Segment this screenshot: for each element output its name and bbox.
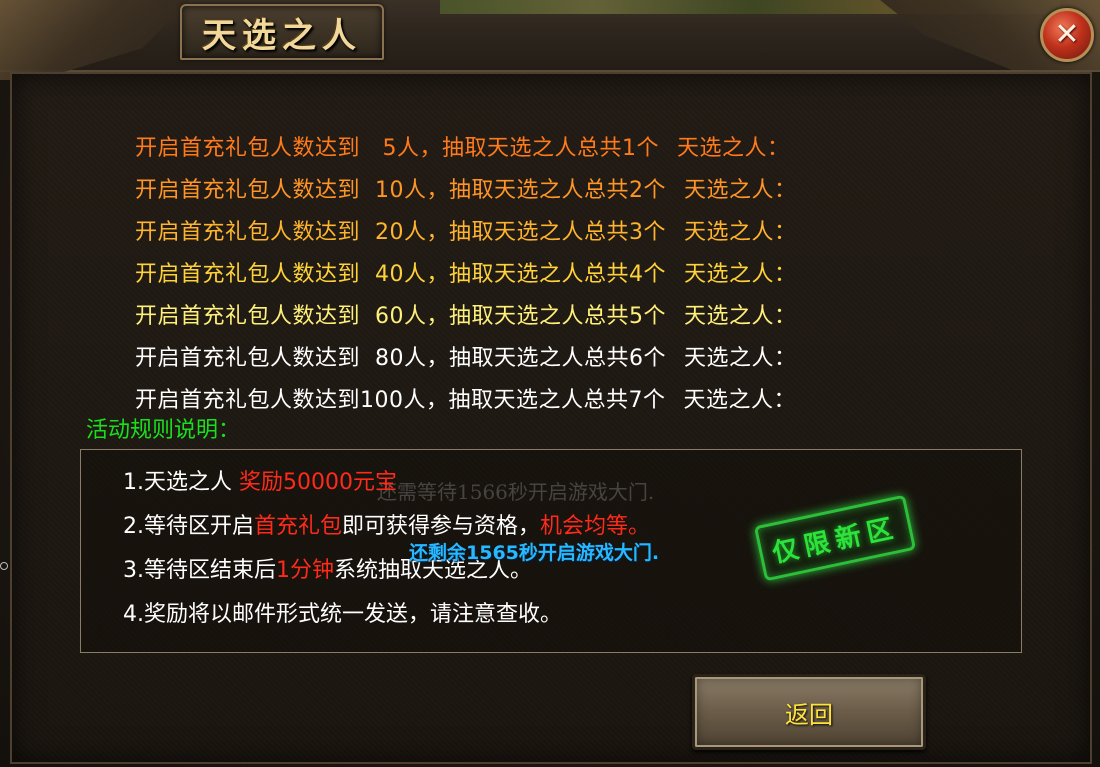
rule-highlight: 首充礼包 <box>254 514 343 539</box>
edge-marker <box>0 562 8 570</box>
tier-prize-label: 天选之人： <box>683 262 797 287</box>
back-button-label: 返回 <box>785 700 833 729</box>
tier-prize-label: 天选之人： <box>676 136 790 161</box>
tier-requirement: 开启首充礼包人数达到 40人，抽取天选之人总共4个 <box>134 262 666 287</box>
back-button[interactable]: 返回 <box>692 674 926 750</box>
dialog-title: 天选之人 <box>202 15 362 56</box>
rule-highlight: 机会均等。 <box>540 514 651 539</box>
rule-text: 4.奖励将以邮件形式统一发送，请注意查收。 <box>123 602 562 627</box>
rule-text: 3.等待区结束后 <box>123 558 276 583</box>
close-icon: ✕ <box>1054 17 1080 52</box>
rule-item: 4.奖励将以邮件形式统一发送，请注意查收。 <box>123 596 562 628</box>
tier-requirement: 开启首充礼包人数达到 5人，抽取天选之人总共1个 <box>134 136 659 161</box>
tier-prize-label: 天选之人： <box>683 304 797 329</box>
rule-text: 2.等待区开启 <box>123 514 254 539</box>
tier-prize-label: 天选之人： <box>683 388 796 413</box>
rule-item: 2.等待区开启首充礼包即可获得参与资格，机会均等。 <box>123 508 650 540</box>
tier-requirement: 开启首充礼包人数达到 60人，抽取天选之人总共5个 <box>134 304 666 329</box>
tier-requirement: 开启首充礼包人数达到 10人，抽取天选之人总共2个 <box>134 178 666 203</box>
tier-row: 开启首充礼包人数达到 5人，抽取天选之人总共1个 天选之人： <box>90 86 796 161</box>
countdown-text: 还剩余1565秒开启游戏大门. <box>409 542 660 564</box>
rules-title: 活动规则说明： <box>86 418 241 443</box>
tier-prize-label: 天选之人： <box>683 346 797 371</box>
tier-prize-label: 天选之人： <box>683 220 797 245</box>
dialog-title-tab: 天选之人 <box>180 4 384 60</box>
rule-text: 1.天选之人 <box>123 470 239 495</box>
tier-requirement: 开启首充礼包人数达到 80人，抽取天选之人总共6个 <box>134 346 666 371</box>
rule-highlight: 奖励50000元宝 <box>238 470 397 495</box>
game-dialog: 天选之人 ✕ 开启首充礼包人数达到 5人，抽取天选之人总共1个 天选之人： 开启首… <box>0 0 1100 767</box>
ghost-countdown-text: 还需等待1566秒开启游戏大门. <box>377 480 655 504</box>
rule-item: 1.天选之人 奖励50000元宝 <box>123 464 397 496</box>
close-button[interactable]: ✕ <box>1040 8 1094 62</box>
rule-highlight: 1分钟 <box>276 558 334 583</box>
rule-text: 即可获得参与资格， <box>342 514 541 539</box>
tier-prize-label: 天选之人： <box>683 178 797 203</box>
tier-list: 开启首充礼包人数达到 5人，抽取天选之人总共1个 天选之人： 开启首充礼包人数达到… <box>90 86 797 413</box>
tier-requirement: 开启首充礼包人数达到 20人，抽取天选之人总共3个 <box>134 220 666 245</box>
